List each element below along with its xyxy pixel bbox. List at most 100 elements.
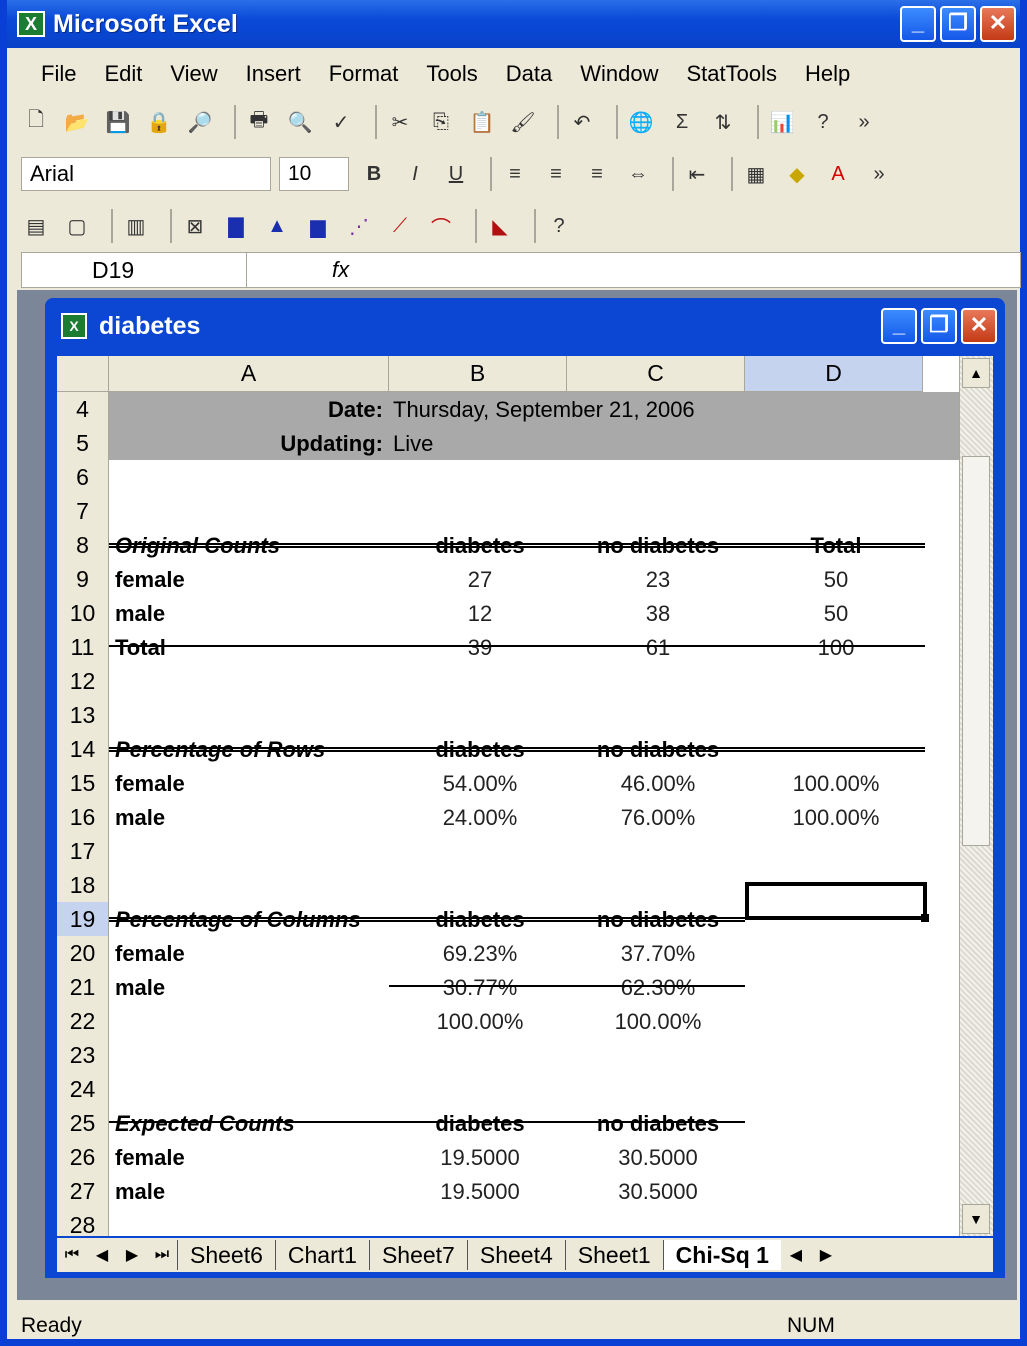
cell-c16[interactable]: 76.00%	[569, 800, 747, 834]
menu-data[interactable]: Data	[506, 61, 552, 87]
cell-a20[interactable]: female	[115, 936, 395, 970]
cell-b27[interactable]: 19.5000	[391, 1174, 569, 1208]
cell-b25[interactable]: diabetes	[391, 1106, 569, 1140]
help-icon[interactable]: ?	[544, 211, 574, 241]
fill-color-icon[interactable]: ◆	[782, 159, 812, 189]
menu-window[interactable]: Window	[580, 61, 658, 87]
row-header[interactable]: 25	[57, 1106, 109, 1140]
select-all-corner[interactable]	[57, 356, 109, 392]
row-header[interactable]: 14	[57, 732, 109, 766]
tab-sheet4[interactable]: Sheet4	[466, 1240, 565, 1270]
row-header[interactable]: 9	[57, 562, 109, 596]
toolbar-options-icon[interactable]: »	[864, 159, 894, 189]
row-header[interactable]: 17	[57, 834, 109, 868]
tab-chi-sq[interactable]: Chi-Sq 1	[662, 1240, 781, 1270]
row-header[interactable]: 19	[57, 902, 109, 936]
row-header[interactable]: 28	[57, 1208, 109, 1236]
name-box[interactable]: D19	[22, 253, 247, 287]
prev-sheet-icon[interactable]: ◀	[87, 1245, 117, 1265]
italic-icon[interactable]: I	[400, 159, 430, 189]
align-right-icon[interactable]: ≡	[582, 159, 612, 189]
area-chart-icon[interactable]: ◣	[485, 211, 515, 241]
save-icon[interactable]: 💾	[103, 107, 133, 137]
row-header[interactable]: 11	[57, 630, 109, 664]
next-sheet-icon[interactable]: ▶	[117, 1245, 147, 1265]
fill-handle[interactable]	[921, 914, 929, 922]
chart-wizard-icon[interactable]: 📊	[767, 107, 797, 137]
cell-d10[interactable]: 50	[747, 596, 925, 630]
align-center-icon[interactable]: ≡	[541, 159, 571, 189]
cell-a11[interactable]: Total	[115, 630, 395, 664]
cell-d15[interactable]: 100.00%	[747, 766, 925, 800]
scroll-down-arrow-icon[interactable]: ▼	[962, 1204, 990, 1234]
row-header[interactable]: 20	[57, 936, 109, 970]
font-size-select[interactable]: 10	[279, 157, 349, 191]
print-preview-icon[interactable]: 🔍	[285, 107, 315, 137]
row-header[interactable]: 22	[57, 1004, 109, 1038]
function-icon[interactable]: fx	[332, 253, 349, 287]
menu-file[interactable]: File	[41, 61, 76, 87]
active-cell-d19[interactable]	[745, 882, 927, 920]
row-header[interactable]: 24	[57, 1072, 109, 1106]
cell-c15[interactable]: 46.00%	[569, 766, 747, 800]
scroll-right-icon[interactable]: ▶	[811, 1245, 841, 1265]
row-header[interactable]: 7	[57, 494, 109, 528]
menu-view[interactable]: View	[170, 61, 217, 87]
column-header-d[interactable]: D	[745, 356, 923, 392]
vertical-scrollbar[interactable]: ▲ ▼	[959, 356, 993, 1236]
row-header[interactable]: 16	[57, 800, 109, 834]
row-header[interactable]: 15	[57, 766, 109, 800]
workbook-close-button[interactable]: ✕	[961, 308, 997, 344]
row-header[interactable]: 12	[57, 664, 109, 698]
row-header[interactable]: 18	[57, 868, 109, 902]
row-header[interactable]: 5	[57, 426, 109, 460]
cell-c9[interactable]: 23	[569, 562, 747, 596]
data-table-icon[interactable]: ▤	[21, 211, 51, 241]
box-plot-icon[interactable]: ⊠	[180, 211, 210, 241]
row-header[interactable]: 10	[57, 596, 109, 630]
column-header-b[interactable]: B	[389, 356, 567, 392]
window-icon[interactable]: ▢	[62, 211, 92, 241]
cell-a21[interactable]: male	[115, 970, 395, 1004]
column-header-c[interactable]: C	[567, 356, 745, 392]
menu-edit[interactable]: Edit	[104, 61, 142, 87]
menu-format[interactable]: Format	[329, 61, 399, 87]
cell-d11[interactable]: 100	[747, 630, 925, 664]
sort-ascending-icon[interactable]: ⇅	[708, 107, 738, 137]
permission-icon[interactable]: 🔒	[144, 107, 174, 137]
first-sheet-icon[interactable]: ⏮	[57, 1246, 87, 1264]
cell-c25[interactable]: no diabetes	[569, 1106, 747, 1140]
cell-c22[interactable]: 100.00%	[569, 1004, 747, 1038]
bold-icon[interactable]: B	[359, 159, 389, 189]
menu-help[interactable]: Help	[805, 61, 850, 87]
line-chart-icon[interactable]: ⟋	[385, 211, 415, 241]
cut-icon[interactable]: ✂	[385, 107, 415, 137]
cell-b15[interactable]: 54.00%	[391, 766, 569, 800]
cell-d9[interactable]: 50	[747, 562, 925, 596]
histogram-icon[interactable]: ▇	[221, 211, 251, 241]
scroll-thumb[interactable]	[962, 456, 990, 846]
font-name-select[interactable]: Arial	[21, 157, 271, 191]
row-header[interactable]: 26	[57, 1140, 109, 1174]
paste-icon[interactable]: 📋	[467, 107, 497, 137]
new-icon[interactable]: 🗋	[21, 107, 51, 137]
cell-a15[interactable]: female	[115, 766, 395, 800]
scatter-icon[interactable]: ⋰	[344, 211, 374, 241]
cell-a10[interactable]: male	[115, 596, 395, 630]
tab-chart1[interactable]: Chart1	[274, 1240, 369, 1270]
borders-icon[interactable]: ▦	[741, 159, 771, 189]
scroll-up-arrow-icon[interactable]: ▲	[962, 358, 990, 388]
copy-icon[interactable]: ⎘	[426, 107, 456, 137]
cell-b22[interactable]: 100.00%	[391, 1004, 569, 1038]
menu-stattools[interactable]: StatTools	[686, 61, 777, 87]
row-header[interactable]: 21	[57, 970, 109, 1004]
toolbar-options-icon[interactable]: »	[849, 107, 879, 137]
cell-c11[interactable]: 61	[569, 630, 747, 664]
research-icon[interactable]: 🔎	[185, 107, 215, 137]
help-icon[interactable]: ?	[808, 107, 838, 137]
worksheet-grid[interactable]: A B C D Date: Thursday, September 21, 20…	[57, 356, 993, 1236]
undo-icon[interactable]: ↶	[567, 107, 597, 137]
cell-b26[interactable]: 19.5000	[391, 1140, 569, 1174]
decrease-indent-icon[interactable]: ⇤	[682, 159, 712, 189]
cell-c10[interactable]: 38	[569, 596, 747, 630]
